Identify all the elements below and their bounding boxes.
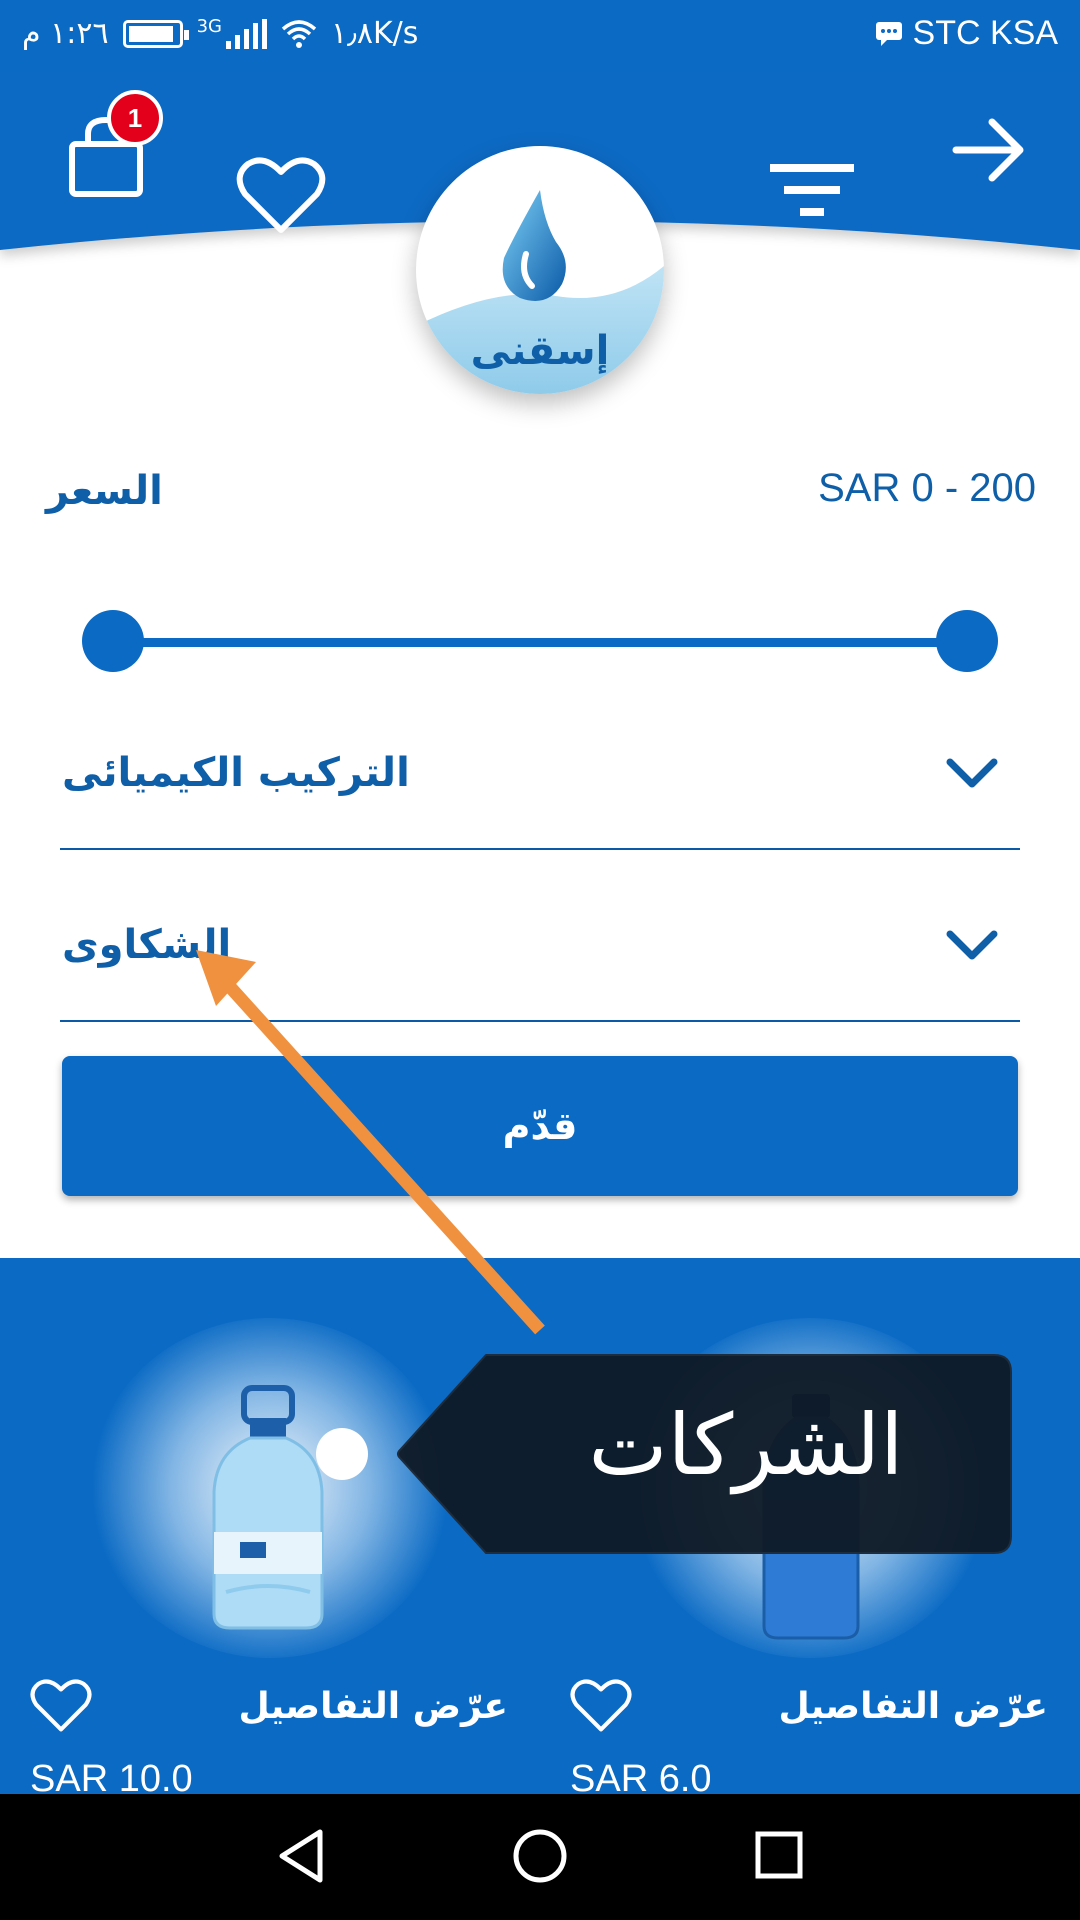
filter-icon[interactable] [768, 158, 858, 228]
network-type: 3G [196, 16, 222, 37]
price-slider[interactable] [82, 610, 998, 674]
complaints-dropdown[interactable]: الشكاوى [60, 882, 1020, 1022]
heart-icon[interactable] [236, 156, 326, 236]
cart-count-badge: 1 [107, 90, 163, 146]
price-range: SAR 0 - 200 [818, 466, 1036, 510]
carrier-name: STC KSA [912, 14, 1058, 52]
messenger-icon [875, 21, 902, 46]
tooltip-text: الشركات [588, 1396, 904, 1494]
water-bottle-image [212, 1385, 324, 1630]
slider-track [112, 638, 968, 647]
price-label: السعر [46, 468, 163, 514]
chevron-down-icon [946, 758, 998, 788]
back-nav-icon[interactable] [276, 1828, 326, 1884]
chemical-composition-label: التركيب الكيميائى [62, 750, 410, 796]
wifi-icon [281, 19, 317, 48]
status-left: ١:٢٦ م 3G ١٫٨K/s [22, 16, 418, 51]
status-right: STC KSA [875, 14, 1058, 53]
battery-icon [122, 19, 189, 48]
signal-icon [225, 18, 267, 49]
navigation-bar [0, 1794, 1080, 1920]
status-time: ١:٢٦ م [22, 16, 109, 51]
status-bar: ١:٢٦ م 3G ١٫٨K/s STC KSA [0, 0, 1080, 72]
logo-text: إسقنى [470, 328, 610, 374]
app-logo[interactable]: إسقنى [416, 146, 664, 394]
chevron-down-icon [946, 930, 998, 960]
product-price: SAR 6.0 [570, 1758, 712, 1794]
complaints-label: الشكاوى [62, 922, 232, 968]
product-price: SAR 10.0 [30, 1758, 193, 1794]
recents-nav-icon[interactable] [754, 1830, 804, 1880]
chemical-composition-dropdown[interactable]: التركيب الكيميائى [60, 710, 1020, 850]
submit-button[interactable]: قدّم [62, 1056, 1018, 1196]
arrow-right-icon[interactable] [952, 116, 1028, 184]
slider-min-thumb[interactable] [82, 610, 144, 672]
tutorial-tooltip[interactable]: الشركات [396, 1354, 1012, 1554]
heart-icon[interactable] [30, 1678, 92, 1734]
heart-icon[interactable] [570, 1678, 632, 1734]
view-details-link[interactable]: عرّض التفاصيل [778, 1686, 1048, 1727]
view-details-link[interactable]: عرّض التفاصيل [238, 1686, 508, 1727]
home-nav-icon[interactable] [512, 1828, 568, 1884]
slider-max-thumb[interactable] [936, 610, 998, 672]
network-speed: ١٫٨K/s [330, 16, 419, 51]
tutorial-dot [316, 1428, 368, 1480]
